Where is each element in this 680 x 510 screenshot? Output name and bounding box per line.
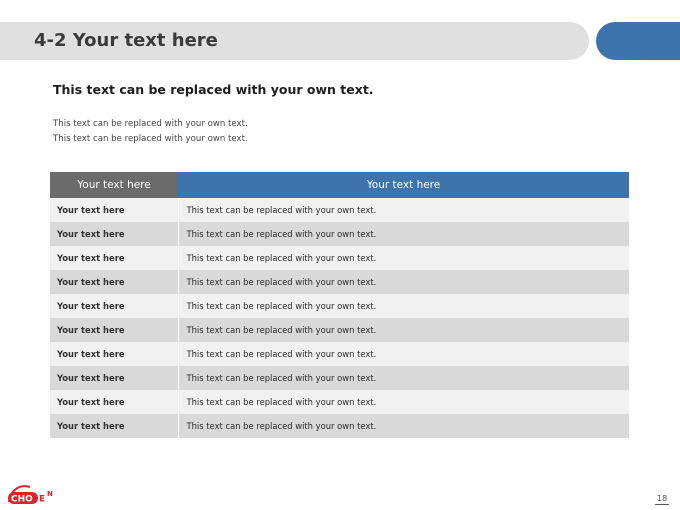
svg-text:CHO: CHO [11, 495, 33, 505]
row-value-cell: This text can be replaced with your own … [178, 342, 630, 366]
table-row: Your text here This text can be replaced … [50, 246, 630, 270]
row-label-cell: Your text here [50, 342, 179, 366]
svg-text:E: E [39, 495, 45, 505]
table-header-cell: Your text here [178, 172, 629, 198]
row-value-cell: This text can be replaced with your own … [178, 270, 630, 294]
row-label-cell: Your text here [50, 222, 179, 246]
row-value-cell: This text can be replaced with your own … [178, 294, 630, 318]
choen-logo: CHO E N [8, 485, 53, 505]
table-row: Your text here This text can be replaced … [50, 414, 630, 438]
row-value-cell: This text can be replaced with your own … [178, 414, 630, 438]
table-row: Your text here This text can be replaced … [50, 294, 630, 318]
slide-title: 4-2 Your text here [34, 30, 218, 51]
table-row: Your text here This text can be replaced … [50, 318, 630, 342]
row-label-cell: Your text here [50, 414, 179, 438]
row-value-cell: This text can be replaced with your own … [178, 318, 630, 342]
svg-text:N: N [47, 490, 53, 498]
table-row: Your text here This text can be replaced … [50, 342, 630, 366]
row-label-cell: Your text here [50, 294, 179, 318]
slide-subtitle: This text can be replaced with your own … [53, 82, 374, 97]
row-value-cell: This text can be replaced with your own … [178, 246, 630, 270]
accent-tab [596, 22, 680, 60]
table-row: Your text here This text can be replaced … [50, 198, 630, 222]
row-value-cell: This text can be replaced with your own … [178, 390, 630, 414]
row-label-cell: Your text here [50, 270, 179, 294]
row-label-cell: Your text here [50, 318, 179, 342]
row-label-cell: Your text here [50, 246, 179, 270]
row-label-cell: Your text here [50, 198, 179, 222]
body-text-line: This text can be replaced with your own … [53, 134, 248, 144]
table-header-cell: Your text here [50, 172, 178, 198]
body-text-line: This text can be replaced with your own … [53, 119, 248, 129]
content-table: Your text here Your text here Your text … [50, 172, 630, 438]
row-value-cell: This text can be replaced with your own … [178, 222, 630, 246]
page-number: 18 [655, 494, 670, 505]
row-label-cell: Your text here [50, 366, 179, 390]
row-value-cell: This text can be replaced with your own … [178, 366, 630, 390]
row-label-cell: Your text here [50, 390, 179, 414]
table-row: Your text here This text can be replaced … [50, 222, 630, 246]
table-row: Your text here This text can be replaced … [50, 390, 630, 414]
table-row: Your text here This text can be replaced … [50, 366, 630, 390]
row-value-cell: This text can be replaced with your own … [178, 198, 630, 222]
table-row: Your text here This text can be replaced … [50, 270, 630, 294]
table-header-row: Your text here Your text here [50, 172, 629, 198]
